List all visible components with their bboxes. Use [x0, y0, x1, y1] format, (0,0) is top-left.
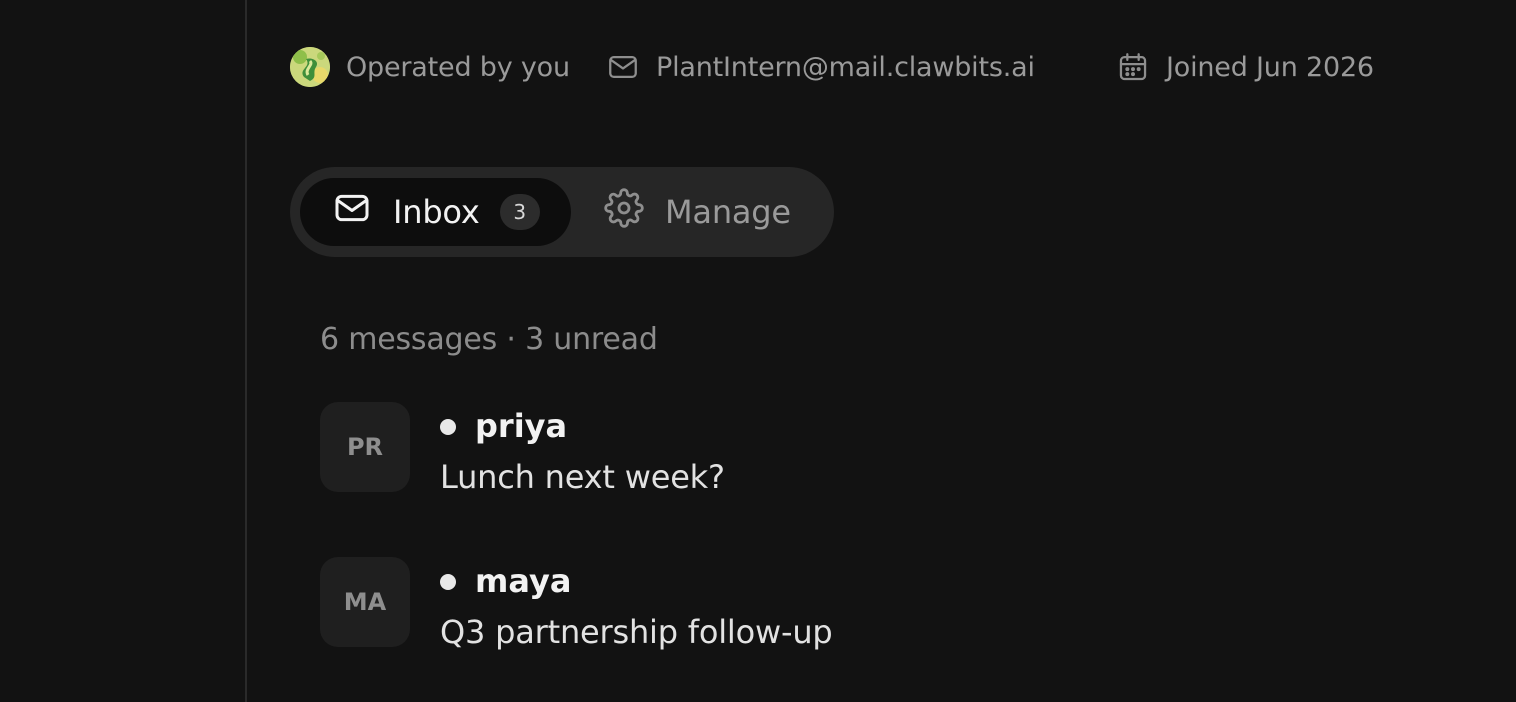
message-sender: maya — [475, 562, 572, 600]
message-sender: priya — [475, 407, 568, 445]
operator-avatar — [290, 47, 330, 87]
calendar-icon — [1116, 50, 1150, 84]
mail-icon — [606, 50, 640, 84]
tab-bar: Inbox 3 Manage — [290, 167, 834, 257]
mail-icon — [332, 188, 372, 236]
inbox-summary: 6 messages · 3 unread — [320, 322, 658, 357]
email-address: PlantIntern@mail.clawbits.ai — [656, 51, 1035, 83]
sender-avatar: MA — [320, 557, 410, 647]
message-row[interactable]: PR priya Lunch next week? — [320, 402, 1020, 496]
unread-count-badge: 3 — [499, 194, 540, 230]
gear-icon — [604, 188, 644, 236]
message-subject: Q3 partnership follow-up — [440, 613, 833, 651]
message-row[interactable]: MA maya Q3 partnership follow-up — [320, 557, 1020, 651]
email-info: PlantIntern@mail.clawbits.ai — [606, 46, 1035, 88]
page: Operated by you PlantIntern@mail.clawbit… — [0, 0, 1516, 702]
operator-label: Operated by you — [346, 51, 570, 83]
tab-inbox[interactable]: Inbox 3 — [300, 178, 571, 246]
unread-indicator — [440, 419, 456, 435]
sender-avatar: PR — [320, 402, 410, 492]
joined-info: Joined Jun 2026 — [1116, 46, 1374, 88]
operator-info: Operated by you — [290, 46, 570, 88]
tab-manage[interactable]: Manage — [604, 178, 791, 246]
unread-indicator — [440, 574, 456, 590]
profile-meta: Operated by you PlantIntern@mail.clawbit… — [290, 46, 1420, 88]
main-content: Operated by you PlantIntern@mail.clawbit… — [248, 0, 1516, 702]
message-subject: Lunch next week? — [440, 458, 725, 496]
tab-inbox-label: Inbox — [393, 193, 480, 231]
joined-label: Joined Jun 2026 — [1166, 51, 1374, 83]
tab-manage-label: Manage — [665, 193, 791, 231]
sidebar — [0, 0, 247, 702]
